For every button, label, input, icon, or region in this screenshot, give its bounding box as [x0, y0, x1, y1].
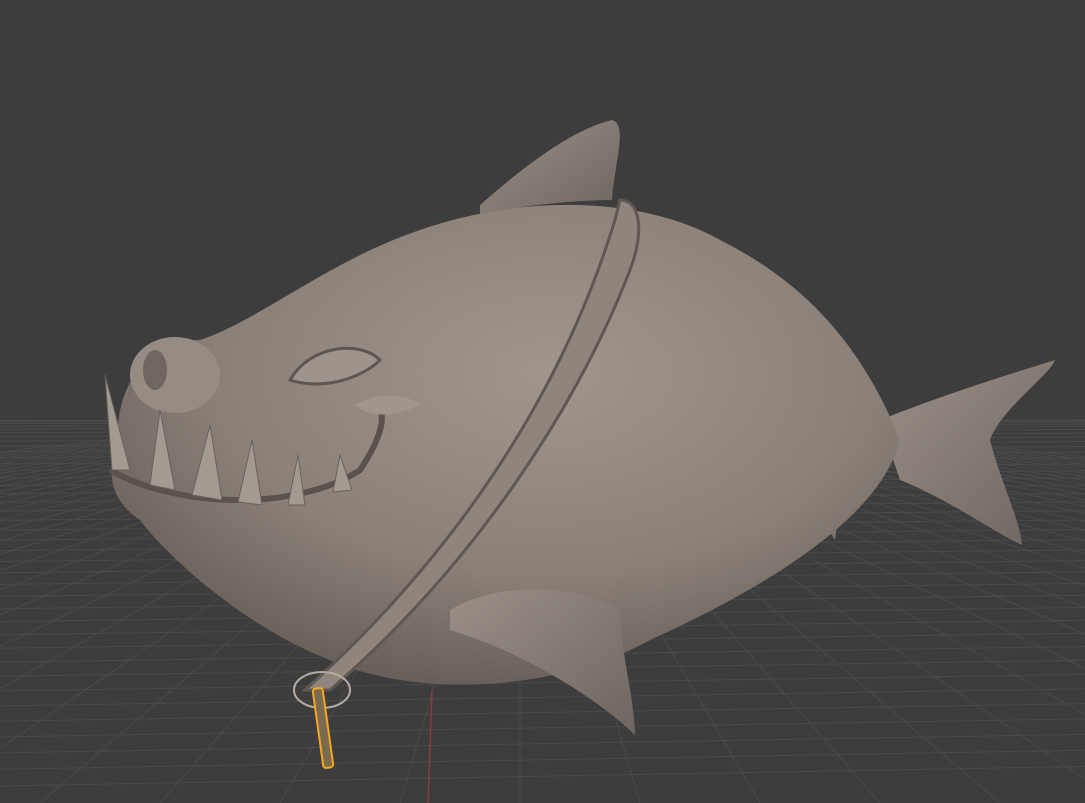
shark-model[interactable] [104, 120, 1055, 735]
grid-line [0, 688, 1085, 707]
3d-viewport[interactable] [0, 0, 1085, 803]
grid-line [0, 749, 1085, 770]
grid-line [0, 718, 1085, 738]
grid-line [0, 703, 1085, 722]
viewport-canvas[interactable] [0, 0, 1085, 803]
selected-tag-outline[interactable] [311, 687, 335, 769]
grid-line [0, 765, 1085, 787]
grid-line [0, 733, 1085, 754]
